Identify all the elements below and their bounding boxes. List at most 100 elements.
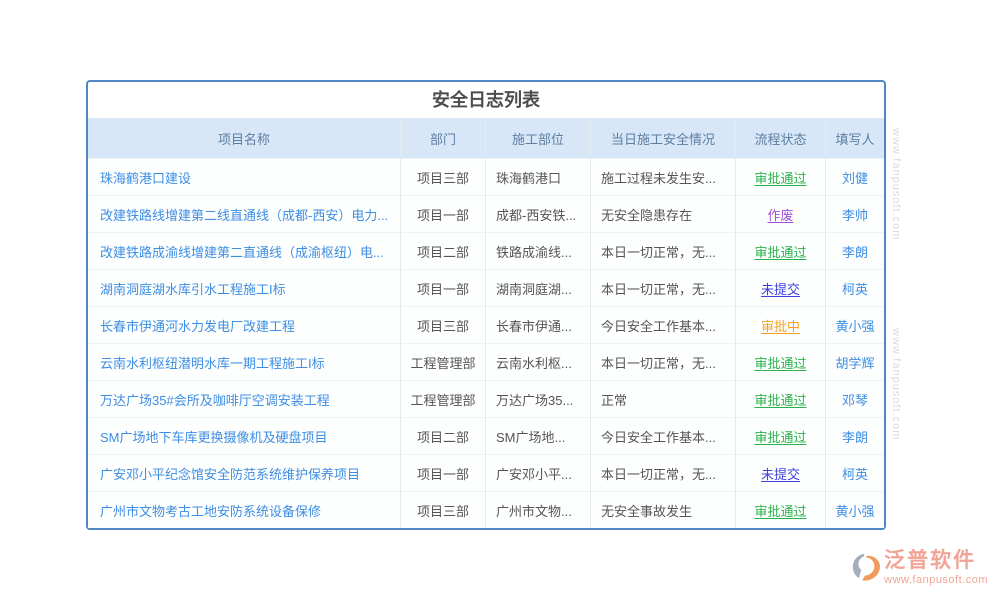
cell-status: 未提交 [736, 270, 826, 306]
cell-writer: 邓琴 [826, 381, 884, 417]
safety-situation-text: 施工过程未发生安... [601, 168, 716, 187]
construction-part-text: 广州市文物... [496, 501, 572, 520]
workflow-status-link[interactable]: 审批通过 [754, 168, 806, 187]
department-text: 项目二部 [417, 242, 469, 261]
cell-project: 广州市文物考古工地安防系统设备保修 [88, 492, 401, 528]
workflow-status-link[interactable]: 审批通过 [754, 242, 806, 261]
cell-project: 万达广场35#会所及咖啡厅空调安装工程 [88, 381, 401, 417]
project-link[interactable]: SM广场地下车库更换摄像机及硬盘项目 [100, 427, 328, 446]
project-link[interactable]: 改建铁路成渝线增建第二直通线（成渝枢纽）电... [100, 242, 384, 261]
workflow-status-link[interactable]: 审批通过 [754, 390, 806, 409]
cell-project: 改建铁路成渝线增建第二直通线（成渝枢纽）电... [88, 233, 401, 269]
safety-situation-text: 正常 [601, 390, 627, 409]
table-row: 长春市伊通河水力发电厂改建工程项目三部长春市伊通...今日安全工作基本...审批… [88, 306, 884, 343]
column-header-construction-part: 施工部位 [486, 118, 591, 158]
construction-part-text: 铁路成渝线... [496, 242, 572, 261]
cell-writer: 李朗 [826, 233, 884, 269]
cell-dept: 工程管理部 [401, 344, 486, 380]
cell-safety: 无安全隐患存在 [591, 196, 736, 232]
safety-situation-text: 无安全事故发生 [601, 501, 692, 520]
fanpu-logo-icon [850, 552, 880, 582]
workflow-status-link[interactable]: 未提交 [761, 279, 800, 298]
cell-safety: 今日安全工作基本... [591, 418, 736, 454]
cell-status: 审批通过 [736, 381, 826, 417]
cell-project: 云南水利枢纽潜明水库一期工程施工I标 [88, 344, 401, 380]
cell-part: 珠海鹤港口 [486, 159, 591, 195]
department-text: 项目一部 [417, 205, 469, 224]
safety-situation-text: 本日一切正常，无... [601, 353, 716, 372]
cell-part: 湖南洞庭湖... [486, 270, 591, 306]
writer-link[interactable]: 柯英 [842, 464, 868, 483]
table-header-row: 项目名称 部门 施工部位 当日施工安全情况 流程状态 填写人 [88, 118, 884, 158]
writer-link[interactable]: 柯英 [842, 279, 868, 298]
cell-status: 审批中 [736, 307, 826, 343]
cell-writer: 李帅 [826, 196, 884, 232]
table-row: 万达广场35#会所及咖啡厅空调安装工程工程管理部万达广场35...正常审批通过邓… [88, 380, 884, 417]
writer-link[interactable]: 李朗 [842, 242, 868, 261]
construction-part-text: 云南水利枢... [496, 353, 572, 372]
project-link[interactable]: 云南水利枢纽潜明水库一期工程施工I标 [100, 353, 325, 372]
cell-status: 审批通过 [736, 344, 826, 380]
department-text: 项目二部 [417, 427, 469, 446]
cell-writer: 李朗 [826, 418, 884, 454]
cell-part: 广安邓小平... [486, 455, 591, 491]
workflow-status-link[interactable]: 未提交 [761, 464, 800, 483]
writer-link[interactable]: 邓琴 [842, 390, 868, 409]
construction-part-text: SM广场地... [496, 427, 565, 446]
construction-part-text: 广安邓小平... [496, 464, 572, 483]
project-link[interactable]: 珠海鹤港口建设 [100, 168, 191, 187]
cell-project: 长春市伊通河水力发电厂改建工程 [88, 307, 401, 343]
cell-dept: 项目一部 [401, 270, 486, 306]
cell-project: 改建铁路线增建第二线直通线（成都-西安）电力... [88, 196, 401, 232]
project-link[interactable]: 湖南洞庭湖水库引水工程施工I标 [100, 279, 286, 298]
cell-part: 成都-西安铁... [486, 196, 591, 232]
department-text: 工程管理部 [410, 390, 475, 409]
cell-status: 未提交 [736, 455, 826, 491]
column-header-project: 项目名称 [88, 118, 401, 158]
workflow-status-link[interactable]: 审批通过 [754, 353, 806, 372]
writer-link[interactable]: 黄小强 [835, 316, 874, 335]
cell-project: SM广场地下车库更换摄像机及硬盘项目 [88, 418, 401, 454]
cell-part: 长春市伊通... [486, 307, 591, 343]
cell-dept: 项目三部 [401, 492, 486, 528]
cell-safety: 无安全事故发生 [591, 492, 736, 528]
department-text: 项目一部 [417, 279, 469, 298]
cell-writer: 黄小强 [826, 492, 884, 528]
cell-dept: 项目三部 [401, 307, 486, 343]
column-header-safety-situation: 当日施工安全情况 [591, 118, 736, 158]
column-header-workflow-status: 流程状态 [736, 118, 826, 158]
safety-situation-text: 无安全隐患存在 [601, 205, 692, 224]
project-link[interactable]: 改建铁路线增建第二线直通线（成都-西安）电力... [100, 205, 388, 224]
cell-safety: 正常 [591, 381, 736, 417]
writer-link[interactable]: 李帅 [842, 205, 868, 224]
cell-dept: 工程管理部 [401, 381, 486, 417]
cell-writer: 刘健 [826, 159, 884, 195]
workflow-status-link[interactable]: 审批通过 [754, 427, 806, 446]
workflow-status-link[interactable]: 审批中 [761, 316, 800, 335]
cell-status: 审批通过 [736, 159, 826, 195]
project-link[interactable]: 广州市文物考古工地安防系统设备保修 [100, 501, 321, 520]
project-link[interactable]: 广安邓小平纪念馆安全防范系统维护保养项目 [100, 464, 360, 483]
column-header-writer: 填写人 [826, 118, 884, 158]
workflow-status-link[interactable]: 审批通过 [754, 501, 806, 520]
cell-safety: 本日一切正常，无... [591, 455, 736, 491]
writer-link[interactable]: 胡学辉 [835, 353, 874, 372]
writer-link[interactable]: 刘健 [842, 168, 868, 187]
cell-safety: 本日一切正常，无... [591, 344, 736, 380]
cell-project: 湖南洞庭湖水库引水工程施工I标 [88, 270, 401, 306]
brand-url: www.fanpusoft.com [884, 574, 988, 586]
brand-text: 泛普软件 www.fanpusoft.com [884, 550, 988, 586]
workflow-status-link[interactable]: 作废 [767, 205, 793, 224]
brand-watermark: 泛普软件 www.fanpusoft.com [850, 550, 988, 586]
brand-name: 泛普软件 [884, 550, 988, 572]
project-link[interactable]: 长春市伊通河水力发电厂改建工程 [100, 316, 295, 335]
column-header-department: 部门 [401, 118, 486, 158]
side-watermark-url: www.fanpusoft.com [890, 328, 902, 440]
cell-project: 珠海鹤港口建设 [88, 159, 401, 195]
writer-link[interactable]: 黄小强 [835, 501, 874, 520]
project-link[interactable]: 万达广场35#会所及咖啡厅空调安装工程 [100, 390, 330, 409]
writer-link[interactable]: 李朗 [842, 427, 868, 446]
cell-part: 广州市文物... [486, 492, 591, 528]
table-row: 改建铁路线增建第二线直通线（成都-西安）电力... 项目一部成都-西安铁... 无安… [88, 195, 884, 232]
table-row: 改建铁路成渝线增建第二直通线（成渝枢纽）电...项目二部铁路成渝线...本日一切… [88, 232, 884, 269]
